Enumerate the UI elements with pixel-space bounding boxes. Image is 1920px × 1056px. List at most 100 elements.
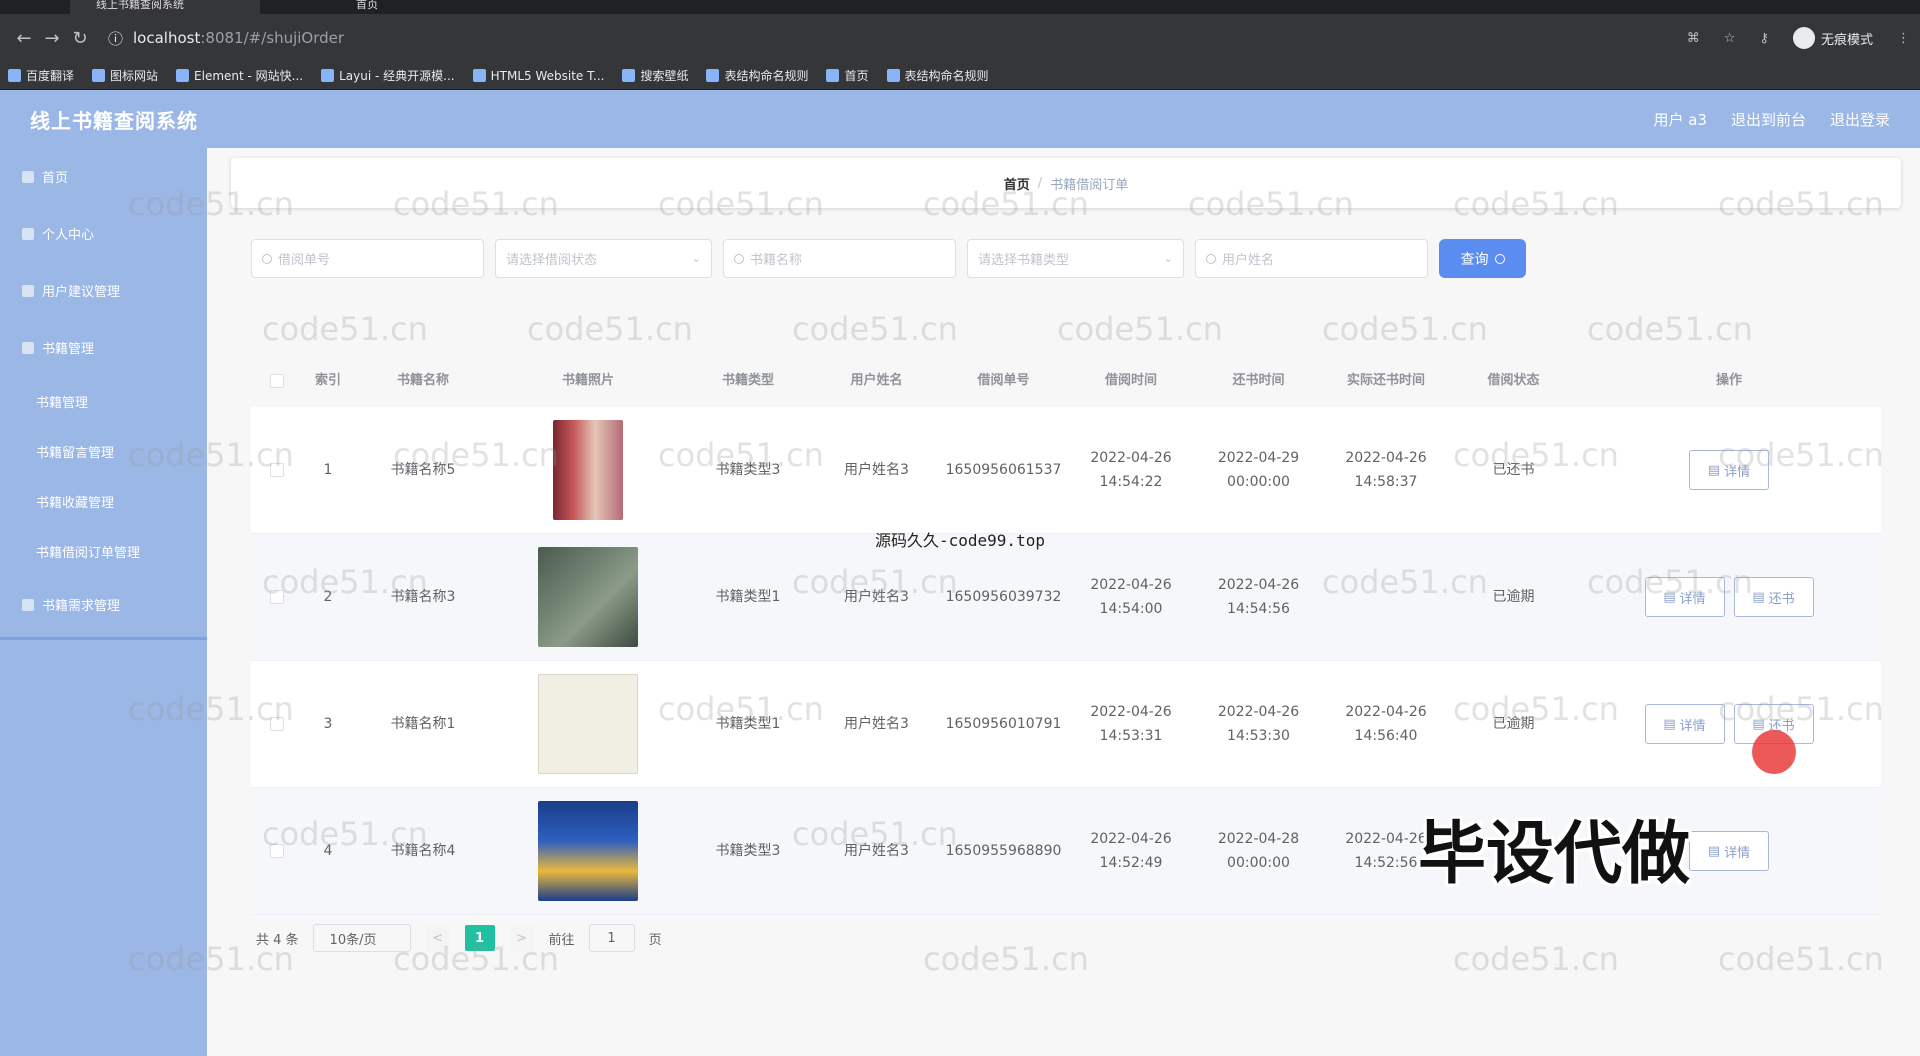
watermark: code51.cn [1587, 310, 1753, 348]
cell-index: 1 [323, 462, 333, 478]
bookmark[interactable]: HTML5 Website T... [472, 68, 605, 83]
page-number-active[interactable]: 1 [464, 925, 495, 951]
sidebar-item-books[interactable]: 书籍管理 [0, 376, 207, 426]
bookmark[interactable]: 表结构命名规则 [706, 67, 808, 84]
cell-borrow-time: 2022-04-26 14:54:22 [1090, 450, 1172, 490]
detail-button[interactable]: ▤ 详情 [1689, 450, 1769, 490]
sidebar-item-home[interactable]: 首页 [0, 148, 207, 205]
sidebar-item-label: 书籍留言管理 [36, 445, 115, 461]
user-link[interactable]: 用户 a3 [1653, 109, 1707, 130]
cell-actual-return-time: 2022-04-26 14:56:40 [1345, 704, 1427, 744]
url-field[interactable]: ⓘ localhost:8081/#/shujiOrder [108, 28, 1687, 49]
bookmark-icon [622, 69, 636, 82]
pagination: 共 4 条 10条/页 < 1 > 前往 1 页 [256, 924, 662, 952]
sidebar-item-orders[interactable]: 书籍借阅订单管理 [0, 526, 207, 576]
user-name-input[interactable]: 用户姓名 [1195, 239, 1428, 278]
app-title: 线上书籍查阅系统 [30, 108, 198, 133]
watermark: code51.cn [923, 940, 1089, 978]
query-button[interactable]: 查询 [1439, 239, 1526, 278]
star-icon[interactable]: ☆ [1724, 31, 1736, 46]
detail-button[interactable]: ▤ 详情 [1644, 577, 1725, 617]
cell-book-name: 书籍名称3 [390, 589, 456, 605]
bookmark[interactable]: 搜索壁纸 [622, 67, 688, 84]
bookmark-label: 百度翻译 [26, 69, 75, 83]
return-book-button[interactable]: ▤ 还书 [1733, 577, 1814, 617]
placeholder: 借阅单号 [278, 253, 331, 268]
sidebar-divider [0, 637, 207, 640]
page-unit: 页 [648, 932, 662, 948]
forward-icon[interactable]: → [38, 28, 66, 49]
bookmark[interactable]: 首页 [826, 67, 869, 84]
sidebar-item-suggestions[interactable]: 用户建议管理 [0, 262, 207, 319]
return-label: 还书 [1768, 591, 1795, 607]
goto-value: 1 [607, 930, 616, 946]
row-checkbox[interactable] [270, 844, 284, 858]
next-page-button[interactable]: > [508, 925, 535, 951]
key-icon[interactable]: ⚷ [1759, 31, 1769, 46]
search-icon [734, 253, 744, 264]
sidebar-item-books-group[interactable]: 书籍管理 [0, 319, 207, 376]
detail-button[interactable]: ▤ 详情 [1689, 831, 1769, 871]
status-select[interactable]: 请选择借阅状态 ⌄ [495, 239, 712, 278]
logout-link[interactable]: 退出登录 [1830, 109, 1890, 130]
document-icon: ▤ [1752, 716, 1765, 732]
search-icon [1494, 253, 1505, 264]
bookmark-icon [92, 69, 106, 82]
column-header: 操作 [1715, 373, 1742, 388]
incognito-badge[interactable]: 无痕模式 [1792, 27, 1873, 49]
bookmark[interactable]: 表结构命名规则 [886, 67, 989, 84]
column-header: 书籍名称 [396, 373, 449, 388]
bookmark-icon [8, 69, 21, 82]
row-checkbox[interactable] [270, 590, 284, 604]
bookmark-icon [472, 69, 486, 82]
row-checkbox[interactable] [270, 717, 284, 731]
sidebar-item-comments[interactable]: 书籍留言管理 [0, 426, 207, 476]
bookmark[interactable]: 百度翻译 [8, 67, 74, 84]
cell-status: 已逾期 [1492, 589, 1535, 605]
prev-page-button[interactable]: < [424, 925, 451, 951]
borrow-no-input[interactable]: 借阅单号 [251, 239, 484, 278]
bookmark-icon [706, 69, 720, 82]
detail-button[interactable]: ▤ 详情 [1644, 704, 1725, 744]
sidebar-item-demands[interactable]: 书籍需求管理 [0, 576, 207, 633]
front-link[interactable]: 退出到前台 [1731, 109, 1806, 130]
cell-book-name: 书籍名称5 [390, 462, 456, 478]
book-name-input[interactable]: 书籍名称 [723, 239, 956, 278]
translate-icon[interactable]: ⌘ [1687, 31, 1700, 46]
sidebar-item-profile[interactable]: 个人中心 [0, 205, 207, 262]
cell-borrow-time: 2022-04-26 14:54:00 [1090, 577, 1172, 617]
cell-borrow-time: 2022-04-26 14:53:31 [1090, 704, 1172, 744]
sidebar-item-label: 首页 [42, 171, 69, 186]
table-row: 3 书籍名称1 书籍类型1 用户姓名3 1650956010791 2022-0… [251, 661, 1881, 788]
page-size-select[interactable]: 10条/页 [312, 924, 411, 952]
app-header: 线上书籍查阅系统 用户 a3 退出到前台 退出登录 [0, 90, 1920, 148]
info-icon: ⓘ [108, 29, 124, 48]
bookmark[interactable]: 图标网站 [92, 67, 158, 84]
watermark: code51.cn [1453, 940, 1619, 978]
bookmark-icon [176, 69, 190, 82]
watermark: code51.cn [1057, 310, 1223, 348]
document-icon: ▤ [1707, 843, 1721, 859]
menu-icon[interactable]: ⋮ [1897, 31, 1910, 46]
browser-tab[interactable]: 首页 [330, 0, 550, 14]
bookmark[interactable]: Layui - 经典开源模... [321, 67, 455, 84]
cell-borrow-no: 1650956061537 [945, 462, 1062, 478]
cell-borrow-no: 1650956039732 [945, 589, 1062, 605]
goto-page-input[interactable]: 1 [588, 924, 635, 952]
breadcrumb-home[interactable]: 首页 [1004, 174, 1030, 193]
breadcrumb-current: 书籍借阅订单 [1050, 177, 1129, 193]
cell-actual-return-time: 2022-04-26 14:58:37 [1345, 450, 1427, 490]
reload-icon[interactable]: ↻ [66, 28, 94, 49]
watermark: code51.cn [1718, 940, 1884, 978]
cell-index: 3 [323, 716, 333, 732]
bookmark[interactable]: Element - 网站快... [176, 67, 303, 84]
back-icon[interactable]: ← [10, 28, 38, 49]
select-all-checkbox[interactable] [270, 374, 284, 388]
search-icon [262, 253, 272, 264]
row-checkbox[interactable] [270, 463, 284, 477]
table-row: 1 书籍名称5 书籍类型3 用户姓名3 1650956061537 2022-0… [251, 407, 1881, 534]
book-type-select[interactable]: 请选择书籍类型 ⌄ [967, 239, 1184, 278]
browser-tab-active[interactable]: 线上书籍查阅系统 [70, 0, 260, 14]
bookmark-label: HTML5 Website T... [490, 68, 605, 83]
sidebar-item-favorites[interactable]: 书籍收藏管理 [0, 476, 207, 526]
